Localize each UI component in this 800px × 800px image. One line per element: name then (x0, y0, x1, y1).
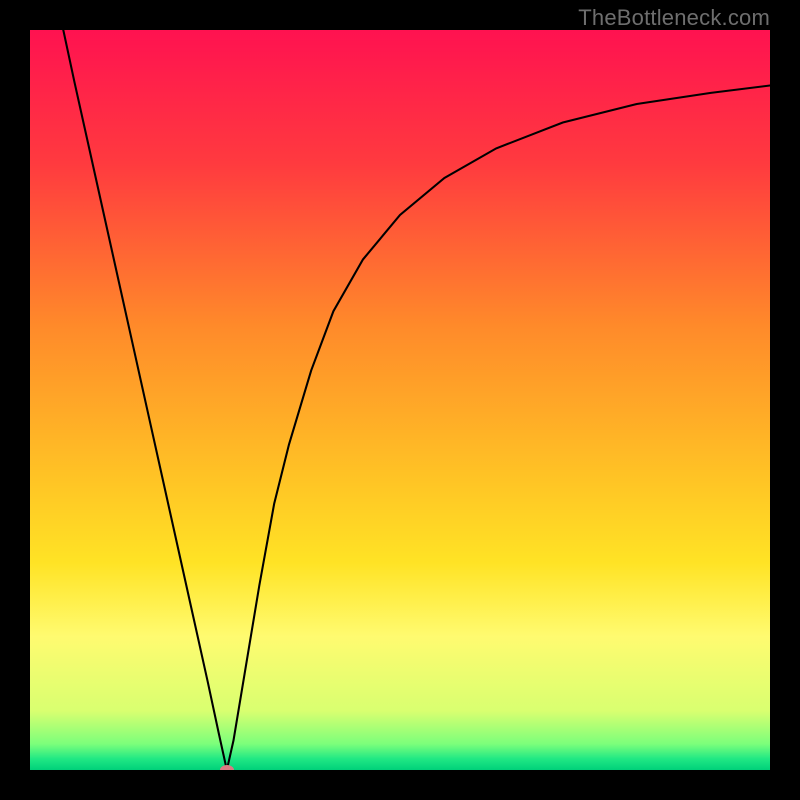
plot-area (30, 30, 770, 770)
curve-left-branch (63, 30, 227, 770)
bottleneck-curve (30, 30, 770, 770)
minimum-marker (220, 765, 234, 770)
chart-frame: TheBottleneck.com (0, 0, 800, 800)
curve-right-branch (227, 86, 770, 771)
watermark-text: TheBottleneck.com (578, 5, 770, 31)
